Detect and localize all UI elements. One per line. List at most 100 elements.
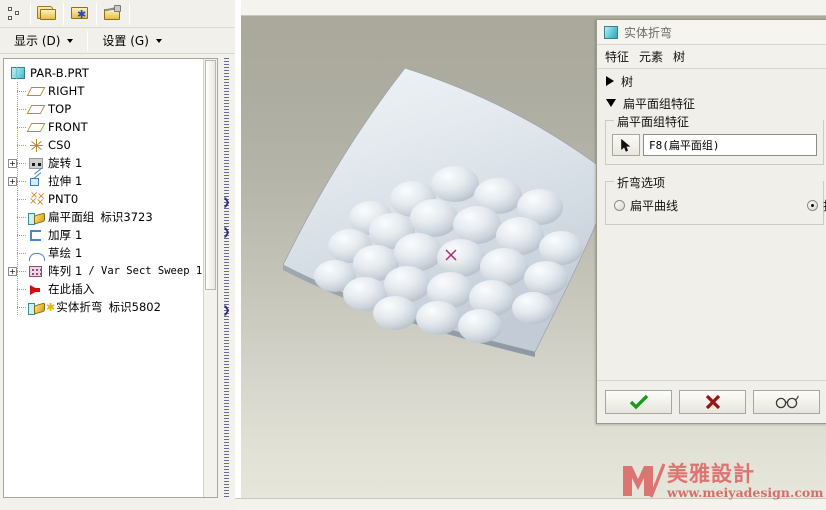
radio-indicator xyxy=(614,200,625,211)
display-menu[interactable]: 显示 (D) xyxy=(6,31,81,51)
toolbar-separator-3 xyxy=(96,2,97,25)
watermark: 美雅設計 www.meiyadesign.com xyxy=(621,461,824,503)
tree-item-part[interactable]: PAR-B.PRT xyxy=(4,64,217,82)
splitter-track xyxy=(224,58,229,498)
flat-curve-radio[interactable]: 扁平曲线 xyxy=(614,197,678,214)
datum-plane-icon xyxy=(26,84,46,99)
edit-folder-icon[interactable] xyxy=(100,2,126,26)
tree-item-label: 拉伸 1 xyxy=(48,174,83,188)
application-window: ✱ 显示 (D) 设置 (G) PAR-B.PRT RIGHT TOP FRON… xyxy=(0,0,826,510)
coord-system-icon xyxy=(28,138,45,153)
chevron-right-icon xyxy=(606,76,614,86)
tree-item-label: PNT0 xyxy=(48,192,79,206)
bend-options-group: 折弯选项 扁平曲线 折弯 xyxy=(605,174,826,225)
tree-item-label: RIGHT xyxy=(48,84,85,98)
splitter-arrow-icon[interactable]: ❯ xyxy=(222,198,231,208)
preview-button[interactable] xyxy=(753,390,820,414)
tree-guide xyxy=(17,280,28,298)
expand-toggle[interactable]: + xyxy=(8,177,17,186)
splitter-arrow-icon[interactable]: ❯ xyxy=(222,306,231,316)
tree-item-label: 实体折弯 xyxy=(56,300,103,314)
solid-bend-icon xyxy=(28,300,45,315)
flatten-quilt-group: 扁平面组特征 F8(扁平面组) xyxy=(605,113,824,165)
part-icon xyxy=(10,66,27,81)
dialog-menubar: 特征 元素 树 xyxy=(597,45,826,69)
insert-here-icon xyxy=(28,282,45,297)
watermark-brand: 美雅設計 xyxy=(667,462,755,486)
model-tree-list[interactable]: PAR-B.PRT RIGHT TOP FRONT CS0 + 旋转 1 + 拉… xyxy=(4,59,217,497)
tree-item-right-plane[interactable]: RIGHT xyxy=(4,82,217,100)
scrollbar-thumb[interactable] xyxy=(205,60,216,290)
datum-point-icon xyxy=(28,192,45,207)
tree-item-sketch[interactable]: 草绘 1 xyxy=(4,244,217,262)
expand-toggle[interactable]: + xyxy=(8,159,17,168)
flatten-section-header[interactable]: 扁平面组特征 xyxy=(597,92,826,114)
tree-menu[interactable]: 树 xyxy=(673,48,685,65)
tree-item-front-plane[interactable]: FRONT xyxy=(4,118,217,136)
x-icon xyxy=(705,394,720,410)
tree-item-label: FRONT xyxy=(48,120,88,134)
menu-divider xyxy=(87,30,89,51)
tree-item-solid-bend[interactable]: ✱ 实体折弯 标识5802 xyxy=(4,298,217,316)
flatten-quilt-value[interactable]: F8(扁平面组) xyxy=(643,134,817,156)
tree-item-datum-point[interactable]: PNT0 xyxy=(4,190,217,208)
tree-item-top-plane[interactable]: TOP xyxy=(4,100,217,118)
feature-menu[interactable]: 特征 xyxy=(605,48,629,65)
cancel-button[interactable] xyxy=(679,390,746,414)
tree-guide xyxy=(17,172,28,190)
datum-plane-icon xyxy=(26,120,46,135)
tree-section-label: 树 xyxy=(621,74,634,89)
tree-guide xyxy=(17,244,28,262)
tree-section-header[interactable]: 树 xyxy=(597,70,826,92)
dialog-title-bar[interactable]: 实体折弯 xyxy=(597,20,826,45)
dialog-body: 树 扁平面组特征 扁平面组特征 F8(扁平面组) 折弯选项 扁平曲线 xyxy=(597,70,826,380)
tree-item-flatten-quilt[interactable]: 扁平面组 标识3723 xyxy=(4,208,217,226)
tree-item-label: 加厚 1 xyxy=(48,228,83,242)
select-reference-button[interactable] xyxy=(612,134,640,156)
model-tree-container: PAR-B.PRT RIGHT TOP FRONT CS0 + 旋转 1 + 拉… xyxy=(3,58,218,498)
tree-guide xyxy=(17,262,28,280)
toolbar-separator-4 xyxy=(129,2,130,25)
logo-m-svg xyxy=(623,463,666,498)
solid-bend-icon xyxy=(604,25,618,39)
revolve-icon xyxy=(28,156,45,171)
tree-item-extrude[interactable]: + 拉伸 1 xyxy=(4,172,217,190)
bend-curve-radio[interactable]: 折弯 xyxy=(806,197,826,214)
expand-toggle[interactable]: + xyxy=(8,267,17,276)
flatten-quilt-group-label: 扁平面组特征 xyxy=(614,113,693,130)
tree-item-thicken[interactable]: 加厚 1 xyxy=(4,226,217,244)
solid-bend-dialog[interactable]: 实体折弯 特征 元素 树 树 扁平面组特征 扁平面组特征 F8(扁平面组) 折弯… xyxy=(596,19,826,424)
structure-dots-icon[interactable] xyxy=(1,2,27,26)
tree-guide xyxy=(17,298,28,316)
panel-splitter[interactable]: ❯ ❯ ❯ xyxy=(221,58,233,498)
tree-guide xyxy=(17,118,28,136)
ok-button[interactable] xyxy=(605,390,672,414)
check-icon xyxy=(629,394,648,410)
toolbar-separator-1 xyxy=(30,2,31,25)
watermark-text: 美雅設計 www.meiyadesign.com xyxy=(667,464,824,500)
tree-item-label: PAR-B.PRT xyxy=(30,66,89,80)
model-tree-panel: ✱ 显示 (D) 设置 (G) PAR-B.PRT RIGHT TOP FRON… xyxy=(0,0,235,510)
tree-item-pattern[interactable]: + 阵列 1 / Var Sect Sweep 1 xyxy=(4,262,217,280)
tree-item-insert-here[interactable]: 在此插入 xyxy=(4,280,217,298)
chevron-down-icon xyxy=(67,38,74,43)
settings-menu[interactable]: 设置 (G) xyxy=(94,31,169,51)
tree-item-coord-system[interactable]: CS0 xyxy=(4,136,217,154)
tree-guide xyxy=(17,136,28,154)
cursor-arrow-icon xyxy=(620,138,630,152)
dialog-title: 实体折弯 xyxy=(624,25,673,40)
tree-guide xyxy=(17,100,28,118)
meiya-logo-icon xyxy=(621,463,666,501)
element-menu[interactable]: 元素 xyxy=(639,48,663,65)
tree-item-revolve[interactable]: + 旋转 1 xyxy=(4,154,217,172)
dialog-footer xyxy=(597,380,826,423)
tree-guide xyxy=(17,190,28,208)
splitter-arrow-icon[interactable]: ❯ xyxy=(222,228,231,238)
settings-menu-label: 设置 (G) xyxy=(102,34,149,48)
copy-folder-icon[interactable] xyxy=(34,2,60,26)
pattern-icon xyxy=(28,264,45,279)
new-folder-icon[interactable]: ✱ xyxy=(67,2,93,26)
tree-vertical-scrollbar[interactable] xyxy=(203,59,217,497)
tree-item-id: 标识5802 xyxy=(108,300,161,314)
tree-guide xyxy=(17,154,28,172)
